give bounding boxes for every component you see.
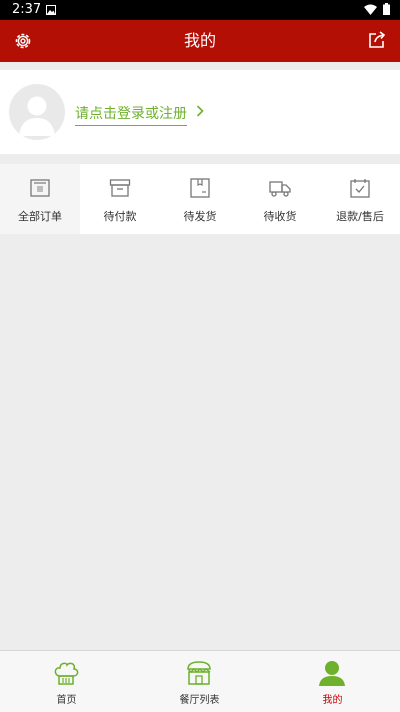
order-shortcuts: 全部订单 待付款 待发货 待收货 退款/售后 [0,164,400,234]
battery-icon [383,3,390,15]
nav-home[interactable]: 首页 [0,651,133,712]
user-icon [319,661,345,686]
order-pending-payment[interactable]: 待付款 [80,164,160,234]
login-card[interactable]: 请点击登录或注册 [0,70,400,154]
wifi-icon [364,4,377,15]
nav-restaurant-list-label: 餐厅列表 [179,695,220,706]
order-pending-shipment[interactable]: 待发货 [160,164,240,234]
order-pending-receipt-label: 待收货 [263,210,297,223]
order-pending-payment-label: 待付款 [103,210,137,223]
nav-mine[interactable]: 我的 [266,651,399,712]
order-all[interactable]: 全部订单 [0,164,80,234]
order-all-label: 全部订单 [18,210,62,223]
login-register-link[interactable]: 请点击登录或注册 [75,103,187,126]
truck-icon [269,181,291,197]
package-icon [190,178,210,198]
avatar[interactable] [9,84,65,140]
chevron-right-icon[interactable] [196,105,204,117]
order-refund-label: 退款/售后 [336,210,384,223]
order-list-icon [30,179,50,197]
nav-home-label: 首页 [56,695,77,706]
nav-restaurant-list[interactable]: 餐厅列表 [133,651,266,712]
order-pending-shipment-label: 待发货 [183,210,217,223]
order-refund-aftersales[interactable]: 退款/售后 [320,164,400,234]
calendar-check-icon [350,179,370,198]
restaurant-icon [187,661,211,685]
bottom-navigation: 首页 餐厅列表 我的 [0,650,400,712]
share-icon[interactable] [368,31,386,49]
nav-mine-label: 我的 [322,695,343,706]
status-bar: 2:37 [0,0,400,20]
chef-hat-icon [54,662,79,685]
order-pending-receipt[interactable]: 待收货 [240,164,320,234]
image-notification-icon [46,5,56,15]
page-title: 我的 [183,31,216,50]
box-icon [109,179,131,197]
app-bar: 我的 [0,20,400,62]
status-time: 2:37 [12,2,42,17]
default-avatar-icon [19,96,55,136]
